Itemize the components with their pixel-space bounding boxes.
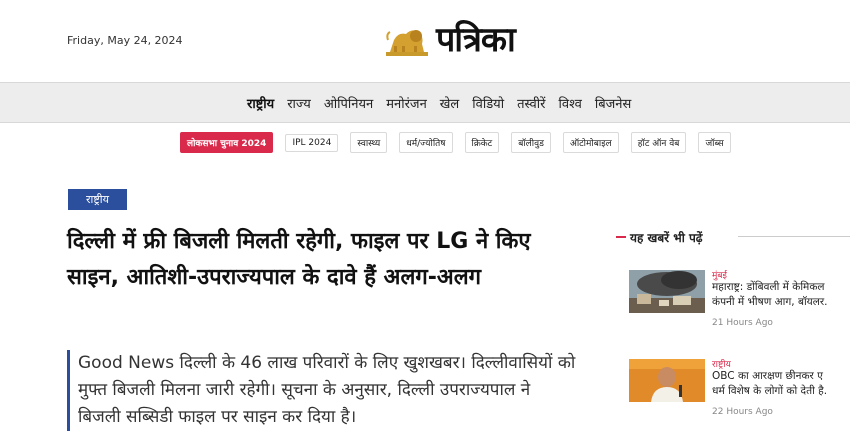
header-date: Friday, May 24, 2024 [67,34,183,47]
tag-loksabha-chunav[interactable]: लोकसभा चुनाव 2024 [180,132,274,153]
nav-item-rajya[interactable]: राज्य [287,94,311,112]
tag-dharm-jyotish[interactable]: धर्म/ज्योतिष [399,132,453,153]
lion-emblem-icon [386,30,428,56]
logo-text: पत्रिका [436,20,516,60]
sidebar-news-item[interactable]: मुंबई महाराष्ट्र: डोंबिवली में केमिकल कं… [629,268,850,338]
news-title[interactable]: महाराष्ट्र: डोंबिवली में केमिकल कंपनी मे… [712,280,850,310]
sidebar-divider [738,236,850,237]
news-title[interactable]: OBC का आरक्षण छीनकर ए धर्म विशेष के लोगो… [712,369,850,399]
nav-item-opinion[interactable]: ओपिनियन [324,94,373,112]
sidebar-title-accent [616,236,626,238]
article-headline: दिल्ली में फ्री बिजली मिलती रहेगी, फाइल … [67,229,531,290]
tag-jobs[interactable]: जॉब्स [698,132,731,153]
patrika-logo[interactable]: पत्रिका [384,20,516,60]
nav-item-vishv[interactable]: विश्व [558,94,581,112]
trending-tags: लोकसभा चुनाव 2024 IPL 2024 स्वास्थ्य धर्… [180,132,743,153]
tag-ipl[interactable]: IPL 2024 [285,133,339,152]
nav-item-business[interactable]: बिजनेस [595,94,631,112]
sidebar-news-item[interactable]: राष्ट्रीय OBC का आरक्षण छीनकर ए धर्म विश… [629,357,850,427]
article-summary: Good News दिल्ली के 46 लाख परिवारों के ल… [67,350,578,431]
tag-swasthya[interactable]: स्वास्थ्य [350,132,388,153]
nav-item-video[interactable]: विडियो [472,94,504,112]
sidebar-title: यह खबरें भी पढ़ें [630,231,703,245]
news-thumbnail-fire[interactable] [629,270,705,313]
article-category-badge[interactable]: राष्ट्रीय [68,189,128,210]
nav-item-khel[interactable]: खेल [440,94,459,112]
tag-automobile[interactable]: ऑटोमोबाइल [562,132,619,153]
news-time: 21 Hours Ago [712,318,773,328]
tag-cricket[interactable]: क्रिकेट [464,132,500,153]
nav-item-manoranjan[interactable]: मनोरंजन [386,94,427,112]
news-thumbnail-politician[interactable] [629,359,705,402]
tag-bollywood[interactable]: बॉलीवुड [511,132,551,153]
nav-item-rashtriya[interactable]: राष्ट्रीय [247,94,274,112]
tag-hot-on-web[interactable]: हॉट ऑन वेब [630,132,687,153]
main-nav: राष्ट्रीय राज्य ओपिनियन मनोरंजन खेल विडि… [0,82,850,123]
news-time: 22 Hours Ago [712,407,773,417]
nav-item-tasveeren[interactable]: तस्वीरें [517,94,545,112]
